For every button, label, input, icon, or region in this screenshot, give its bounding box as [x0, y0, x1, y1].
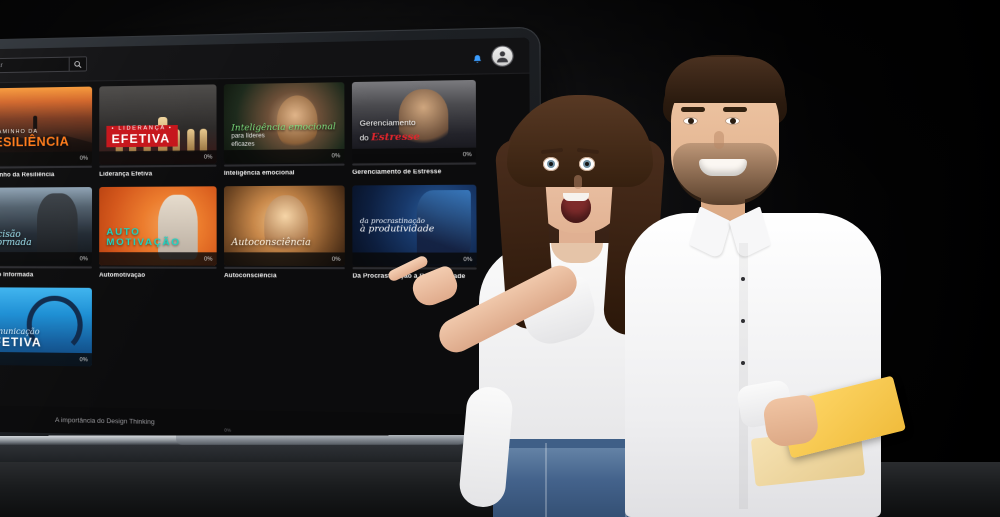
course-title: Decisão Informada [0, 272, 34, 279]
search-bar[interactable] [0, 56, 87, 74]
course-card[interactable]: Autoconsciência 0% Autoconsciência [223, 185, 345, 280]
course-title: Inteligência emocional [223, 170, 295, 177]
shirt-button [741, 361, 745, 365]
progress-track [0, 266, 92, 269]
caption-line2: informada [0, 238, 32, 249]
thumbnail-caption: Inteligência emocional para líderes efic… [231, 121, 338, 148]
progress-overlay: 0% [0, 351, 92, 367]
progress-overlay: 0% [99, 252, 217, 266]
progress-overlay: 0% [224, 252, 345, 267]
pupil-left [549, 162, 553, 166]
course-card[interactable]: Comunicação EFETIVA 0% [0, 287, 92, 367]
course-title: Automotivação [99, 272, 146, 279]
thumbnail-caption: • LIDERANÇA • EFETIVA [106, 125, 210, 148]
progress-track [223, 163, 345, 167]
caption-big: EFETIVA [111, 130, 171, 146]
people-group [386, 0, 1000, 517]
thumbnail-caption: O CAMINHO DA RESILIÊNCIA [0, 129, 86, 150]
thumbnail-caption: Autoconsciência [231, 237, 338, 249]
caption-line2: MOTIVAÇÃO [106, 236, 181, 249]
caption-script: Autoconsciência [231, 237, 311, 249]
progress-percent: 0% [331, 256, 341, 263]
bottom-course-title: A importância do Design Thinking [54, 416, 155, 426]
man-hair-front [665, 57, 785, 103]
woman-teeth [563, 193, 589, 201]
course-thumbnail[interactable]: Decisão informada 0% [0, 187, 93, 266]
progress-percent: 0% [331, 152, 341, 159]
eyebrow-left [681, 107, 705, 112]
thumbnail-caption: Decisão informada [0, 230, 86, 249]
course-thumbnail[interactable]: Autoconsciência 0% [223, 185, 345, 267]
progress-percent: 0% [203, 153, 213, 161]
progress-overlay: 0% [223, 148, 345, 164]
course-card[interactable]: Inteligência emocional para líderes efic… [223, 82, 345, 177]
caption-sub1: para líderes [231, 133, 265, 140]
caption-big: EFETIVA [0, 334, 42, 350]
course-thumbnail[interactable]: Comunicação EFETIVA 0% [0, 287, 92, 367]
bottom-progress-percent: 0% [224, 427, 232, 433]
progress-percent: 0% [79, 255, 88, 262]
pupil-right [585, 162, 589, 166]
caption-line2-accent: Estresse [370, 131, 420, 144]
progress-track [224, 266, 345, 270]
pupil-right [730, 118, 736, 124]
course-title: O Caminho da Resiliência [0, 172, 55, 179]
shirt-button [741, 277, 745, 281]
search-icon [74, 60, 82, 68]
progress-track [0, 165, 93, 169]
shirt-placket [739, 243, 748, 509]
caption-big: RESILIÊNCIA [0, 133, 70, 150]
thumbnail-caption: Comunicação EFETIVA [0, 327, 86, 350]
pupil-left [688, 118, 694, 124]
caption-sub2: eficazes [231, 141, 255, 148]
progress-overlay: 0% [0, 151, 93, 166]
course-thumbnail[interactable]: • LIDERANÇA • EFETIVA 0% [99, 84, 217, 165]
course-title: Autoconsciência [224, 272, 277, 280]
progress-overlay: 0% [99, 150, 217, 165]
shirt-button [741, 319, 745, 323]
progress-track [99, 266, 217, 269]
thumbnail-caption: AUTO MOTIVAÇÃO [106, 227, 210, 249]
course-card[interactable]: Decisão informada 0% Decisão Informada [0, 187, 93, 279]
course-card[interactable]: • LIDERANÇA • EFETIVA 0% Liderança Efeti… [99, 84, 217, 178]
progress-overlay: 0% [0, 252, 92, 266]
search-input[interactable] [0, 57, 69, 73]
search-button[interactable] [68, 57, 86, 71]
man-smile [699, 159, 747, 176]
hero-scene: ...nais [0, 0, 1000, 517]
caption-script: Inteligência emocional [231, 121, 336, 134]
course-card[interactable]: O CAMINHO DA RESILIÊNCIA 0% O Caminho da… [0, 86, 93, 179]
progress-track [99, 164, 217, 168]
person-man-holding-tablet [615, 47, 907, 517]
jeans-seam [545, 443, 547, 517]
progress-percent: 0% [79, 356, 88, 363]
woman-nose [574, 175, 582, 189]
course-thumbnail[interactable]: Inteligência emocional para líderes efic… [223, 82, 345, 164]
caption-line2-prefix: do [359, 132, 372, 143]
course-thumbnail[interactable]: AUTO MOTIVAÇÃO 0% [99, 186, 217, 266]
man-nose [714, 131, 724, 149]
eyebrow-right [723, 107, 747, 112]
course-title: Liderança Efetiva [99, 171, 153, 178]
course-thumbnail[interactable]: O CAMINHO DA RESILIÊNCIA 0% [0, 86, 93, 166]
progress-percent: 0% [204, 255, 213, 263]
progress-percent: 0% [79, 155, 88, 162]
course-card[interactable]: AUTO MOTIVAÇÃO 0% Automotivação [99, 186, 217, 279]
